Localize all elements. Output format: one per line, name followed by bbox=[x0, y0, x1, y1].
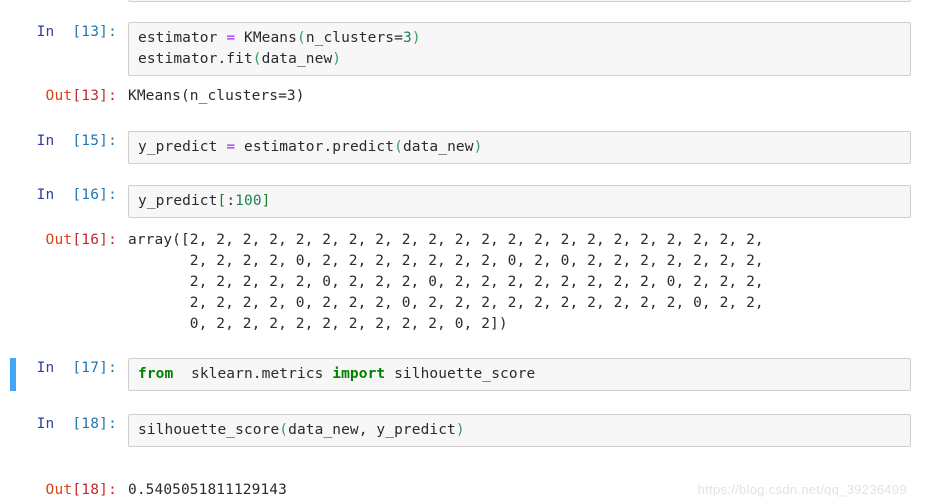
token-plain: data_new bbox=[402, 139, 474, 155]
code-line: array([2, 2, 2, 2, 2, 2, 2, 2, 2, 2, 2, … bbox=[128, 230, 911, 251]
cell-16-editor[interactable]: y_predict[:100] bbox=[128, 185, 911, 218]
partial-cell-above[interactable] bbox=[128, 0, 911, 2]
token-plain: y_predict bbox=[138, 193, 218, 209]
token-outtext: 2, 2, 2, 2, 0, 2, 2, 2, 2, 2, 2, 2, 0, 2… bbox=[128, 253, 764, 269]
prompt-index: [15]: bbox=[72, 133, 117, 149]
token-outtext: 2, 2, 2, 2, 0, 2, 2, 2, 0, 2, 2, 2, 2, 2… bbox=[128, 295, 764, 311]
token-paren: ( bbox=[252, 51, 262, 67]
token-plain: data_new, y_predict bbox=[288, 422, 456, 438]
token-paren: ) bbox=[411, 30, 421, 46]
cell-18-editor[interactable]: silhouette_score(data_new, y_predict) bbox=[128, 414, 911, 447]
token-plain: silhouette_score bbox=[138, 422, 280, 438]
token-op: = bbox=[226, 139, 236, 155]
cell-18[interactable]: In [18]: silhouette_score(data_new, y_pre… bbox=[0, 414, 925, 447]
cell-15-editor[interactable]: y_predict = estimator.predict(data_new) bbox=[128, 131, 911, 164]
token-kw: from bbox=[138, 366, 174, 382]
token-plain: : bbox=[226, 193, 236, 209]
cell-13-prompt: In [13]: bbox=[0, 22, 128, 43]
token-plain: sklearn.metrics bbox=[173, 366, 333, 382]
code-line: 2, 2, 2, 2, 0, 2, 2, 2, 2, 2, 2, 2, 0, 2… bbox=[128, 251, 911, 272]
prompt-index: [17]: bbox=[72, 360, 117, 376]
cell-17-editor[interactable]: from sklearn.metrics import silhouette_s… bbox=[128, 358, 911, 391]
prompt-label: In bbox=[36, 187, 73, 203]
code-line: y_predict[:100] bbox=[138, 191, 910, 212]
token-plain: KMeans bbox=[235, 30, 297, 46]
code-line: y_predict = estimator.predict(data_new) bbox=[138, 137, 910, 158]
cell-out-18-prompt: Out[18]: bbox=[0, 480, 128, 501]
token-kw: import bbox=[332, 366, 386, 382]
prompt-label: In bbox=[36, 416, 73, 432]
watermark-text: https://blog.csdn.net/qq_39236499 bbox=[697, 482, 907, 497]
token-plain: data_new bbox=[261, 51, 333, 67]
token-paren: ) bbox=[455, 422, 465, 438]
cell-13-editor[interactable]: estimator = KMeans(n_clusters=3) estimato… bbox=[128, 22, 911, 76]
cell-out-16[interactable]: Out[16]: array([2, 2, 2, 2, 2, 2, 2, 2, 2… bbox=[0, 230, 925, 335]
cell-18-prompt: In [18]: bbox=[0, 414, 128, 435]
prompt-label: Out bbox=[45, 88, 73, 104]
token-plain: estimator bbox=[138, 30, 227, 46]
token-outtext: 0.5405051811129143 bbox=[128, 482, 287, 498]
cell-15-prompt: In [15]: bbox=[0, 131, 128, 152]
cell-out-13[interactable]: Out[13]: KMeans(n_clusters=3) bbox=[0, 86, 925, 107]
cell-out-16-output: array([2, 2, 2, 2, 2, 2, 2, 2, 2, 2, 2, … bbox=[128, 230, 911, 335]
cell-15[interactable]: In [15]: y_predict = estimator.predict(da… bbox=[0, 131, 925, 164]
prompt-index: [16]: bbox=[72, 232, 117, 248]
cell-17-prompt: In [17]: bbox=[0, 358, 128, 379]
token-brk: ] bbox=[261, 193, 271, 209]
code-line: 2, 2, 2, 2, 2, 0, 2, 2, 2, 0, 2, 2, 2, 2… bbox=[128, 272, 911, 293]
cell-16[interactable]: In [16]: y_predict[:100] bbox=[0, 185, 925, 218]
token-plain: estimator.predict bbox=[235, 139, 395, 155]
prompt-label: In bbox=[36, 133, 73, 149]
token-plain: = bbox=[394, 30, 403, 46]
prompt-index: [13]: bbox=[72, 88, 117, 104]
token-paren: ( bbox=[279, 422, 289, 438]
cell-17[interactable]: In [17]: from sklearn.metrics import silh… bbox=[0, 358, 925, 391]
token-plain: y_predict bbox=[138, 139, 227, 155]
token-num: 100 bbox=[235, 193, 262, 209]
token-op: = bbox=[226, 30, 236, 46]
code-line: estimator.fit(data_new) bbox=[138, 49, 910, 70]
cell-13[interactable]: In [13]: estimator = KMeans(n_clusters=3)… bbox=[0, 22, 925, 76]
cell-out-16-prompt: Out[16]: bbox=[0, 230, 128, 251]
token-plain: n_clusters bbox=[305, 30, 395, 46]
code-line: KMeans(n_clusters=3) bbox=[128, 86, 911, 107]
token-outtext: 0, 2, 2, 2, 2, 2, 2, 2, 2, 2, 0, 2]) bbox=[128, 316, 508, 332]
token-paren: ) bbox=[473, 139, 483, 155]
token-paren: ( bbox=[296, 30, 306, 46]
token-outtext: 2, 2, 2, 2, 2, 0, 2, 2, 2, 0, 2, 2, 2, 2… bbox=[128, 274, 764, 290]
cell-out-13-prompt: Out[13]: bbox=[0, 86, 128, 107]
prompt-label: Out bbox=[45, 482, 73, 498]
token-outtext: KMeans(n_clusters=3) bbox=[128, 88, 305, 104]
prompt-label: In bbox=[36, 24, 73, 40]
prompt-index: [13]: bbox=[72, 24, 117, 40]
prompt-index: [18]: bbox=[72, 482, 117, 498]
token-paren: ( bbox=[394, 139, 403, 155]
token-brk: [ bbox=[217, 193, 227, 209]
code-line: 0, 2, 2, 2, 2, 2, 2, 2, 2, 2, 0, 2]) bbox=[128, 314, 911, 335]
token-outtext: array([2, 2, 2, 2, 2, 2, 2, 2, 2, 2, 2, … bbox=[128, 232, 764, 248]
token-paren: ) bbox=[332, 51, 342, 67]
prompt-label: Out bbox=[45, 232, 73, 248]
prompt-index: [16]: bbox=[72, 187, 117, 203]
token-plain: silhouette_score bbox=[385, 366, 536, 382]
token-plain: estimator.fit bbox=[138, 51, 253, 67]
code-line: 2, 2, 2, 2, 0, 2, 2, 2, 0, 2, 2, 2, 2, 2… bbox=[128, 293, 911, 314]
code-line: silhouette_score(data_new, y_predict) bbox=[138, 420, 910, 441]
cell-out-13-output: KMeans(n_clusters=3) bbox=[128, 86, 911, 107]
cell-16-prompt: In [16]: bbox=[0, 185, 128, 206]
prompt-index: [18]: bbox=[72, 416, 117, 432]
code-line: estimator = KMeans(n_clusters=3) bbox=[138, 28, 910, 49]
prompt-label: In bbox=[36, 360, 73, 376]
token-num: 3 bbox=[402, 30, 412, 46]
code-line: from sklearn.metrics import silhouette_s… bbox=[138, 364, 910, 385]
notebook-canvas: In [13]: estimator = KMeans(n_clusters=3)… bbox=[0, 0, 925, 503]
